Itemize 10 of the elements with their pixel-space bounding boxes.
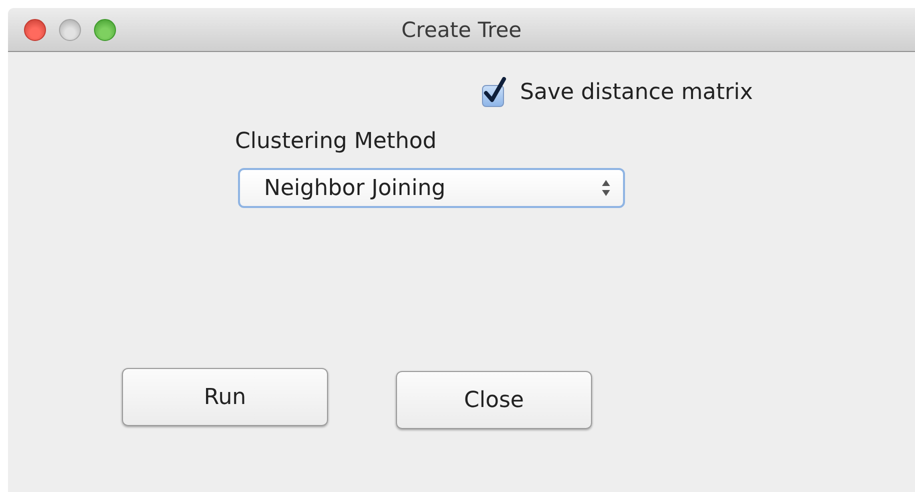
run-button[interactable]: Run <box>122 368 328 426</box>
window-title: Create Tree <box>401 18 522 42</box>
checkbox-label: Save distance matrix <box>520 80 753 104</box>
close-window-icon[interactable] <box>24 18 46 40</box>
field-label: Clustering Method <box>235 129 437 154</box>
checkbox[interactable] <box>482 77 508 107</box>
close-button[interactable]: Close <box>396 371 592 429</box>
method-select[interactable]: Neighbor Joining <box>238 168 625 208</box>
zoom-window-icon[interactable] <box>94 18 116 40</box>
stepper-arrows-icon <box>601 179 611 197</box>
